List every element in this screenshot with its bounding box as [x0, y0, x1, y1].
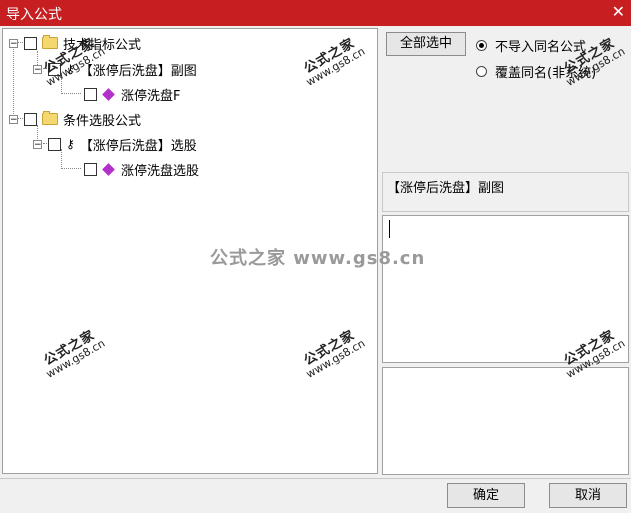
- collapse-icon[interactable]: −: [9, 114, 18, 124]
- tree-node-picker-formula[interactable]: − ⚷ 【涨停后洗盘】选股: [33, 134, 197, 154]
- radio-label: 不导入同名公式: [495, 40, 587, 55]
- radio-label: 覆盖同名(非系统): [495, 66, 597, 81]
- node-checkbox[interactable]: [48, 62, 61, 76]
- tree-node-tech-indicators[interactable]: − 技术指标公式: [9, 33, 141, 53]
- radio-button[interactable]: [476, 66, 487, 77]
- folder-icon: [42, 35, 58, 49]
- watermark-center: 公式之家 www.gs8.cn: [210, 248, 426, 269]
- formula-name-box: 【涨停后洗盘】副图: [382, 172, 629, 212]
- formula-gem-icon: [102, 87, 115, 101]
- node-label: 技术指标公式: [63, 37, 142, 53]
- radio-button[interactable]: [476, 40, 487, 51]
- key-icon: ⚷: [66, 137, 75, 151]
- formula-description-textarea[interactable]: [382, 215, 629, 363]
- folder-icon: [42, 111, 58, 125]
- footer-divider: [0, 478, 631, 479]
- node-checkbox[interactable]: [84, 162, 97, 176]
- collapse-icon[interactable]: −: [9, 38, 18, 48]
- collapse-icon[interactable]: −: [33, 64, 42, 74]
- text-caret: [389, 220, 390, 238]
- tree-node-item[interactable]: 涨停洗盘F: [78, 84, 180, 104]
- title-bar: 导入公式 ✕: [0, 0, 631, 26]
- node-label: 【涨停后洗盘】选股: [79, 138, 197, 154]
- key-icon: ⚷: [66, 62, 75, 76]
- collapse-icon[interactable]: −: [33, 139, 42, 149]
- node-checkbox[interactable]: [84, 87, 97, 101]
- node-label: 条件选股公式: [63, 113, 142, 129]
- formula-info-panel: [382, 367, 629, 475]
- radio-skip-duplicates[interactable]: 不导入同名公式: [476, 36, 586, 55]
- select-all-button[interactable]: 全部选中: [386, 32, 466, 56]
- close-icon[interactable]: ✕: [612, 2, 625, 21]
- tree-node-subchart-formula[interactable]: − ⚷ 【涨停后洗盘】副图: [33, 59, 197, 79]
- window-title: 导入公式: [6, 7, 62, 23]
- node-checkbox[interactable]: [48, 137, 61, 151]
- tree-line: [13, 46, 14, 118]
- node-checkbox[interactable]: [24, 112, 37, 126]
- ok-button[interactable]: 确定: [447, 483, 525, 508]
- formula-gem-icon: [102, 162, 115, 176]
- node-checkbox[interactable]: [24, 36, 37, 50]
- node-label: 涨停洗盘选股: [121, 163, 200, 179]
- node-label: 涨停洗盘F: [121, 88, 181, 104]
- node-label: 【涨停后洗盘】副图: [79, 63, 197, 79]
- radio-overwrite-duplicates[interactable]: 覆盖同名(非系统): [476, 62, 596, 81]
- tree-node-stock-picking[interactable]: − 条件选股公式: [9, 109, 141, 129]
- tree-node-item[interactable]: 涨停洗盘选股: [78, 159, 199, 179]
- formula-name-text: 【涨停后洗盘】副图: [387, 181, 505, 196]
- cancel-button[interactable]: 取消: [549, 483, 627, 508]
